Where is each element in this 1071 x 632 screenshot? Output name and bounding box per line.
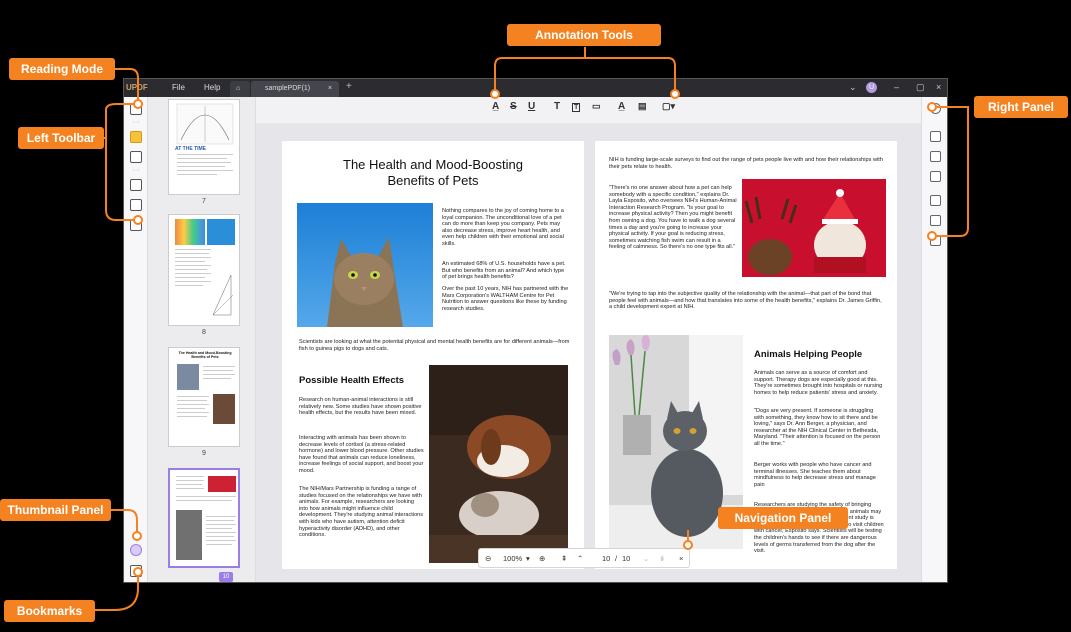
callout-bookmarks: Bookmarks: [4, 600, 95, 622]
callout-left-toolbar: Left Toolbar: [18, 127, 104, 149]
stage: UPDF File Help ⌂ samplePDF(1) × + ⌄ U – …: [0, 0, 1071, 632]
callout-reading-mode: Reading Mode: [9, 58, 115, 80]
callout-annotation-tools: Annotation Tools: [507, 24, 661, 46]
callout-right-panel: Right Panel: [974, 96, 1068, 118]
callout-navigation-panel: Navigation Panel: [718, 507, 848, 529]
callout-thumbnail-panel: Thumbnail Panel: [0, 499, 111, 521]
callout-lines: [95, 47, 969, 611]
